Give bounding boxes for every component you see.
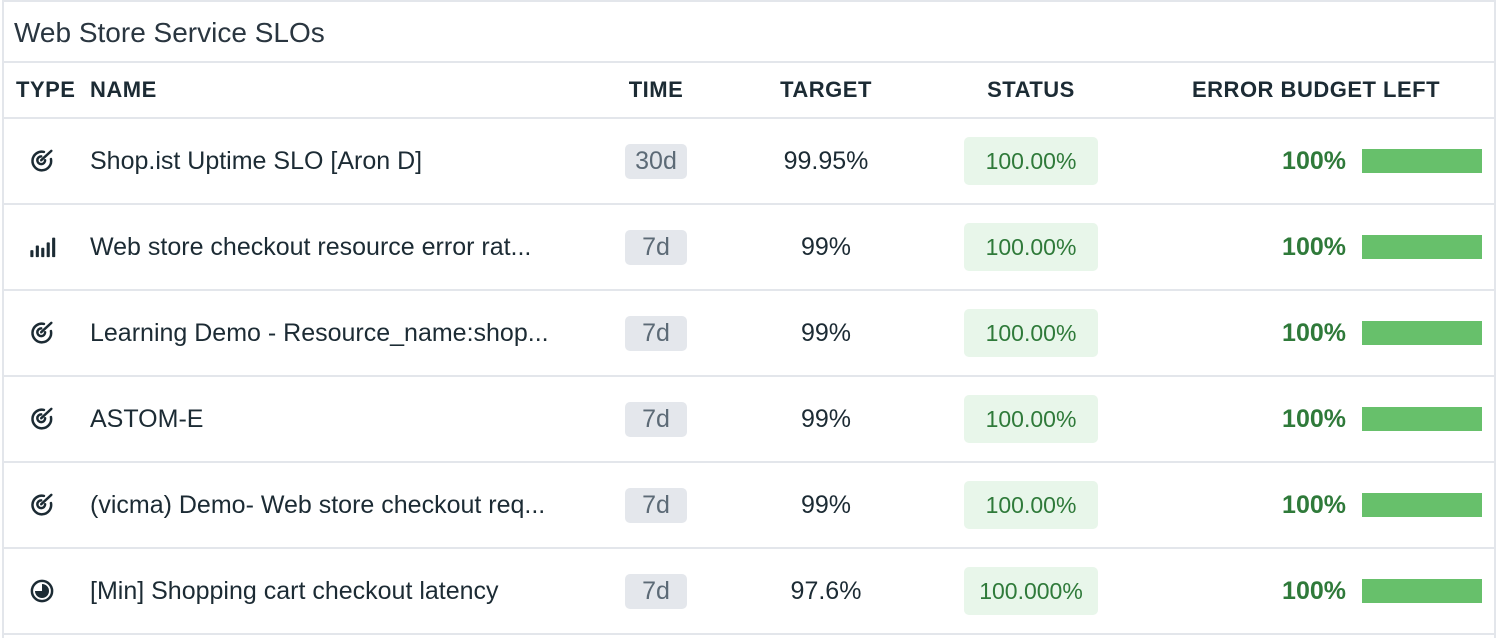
column-header-type[interactable]: TYPE <box>4 77 86 103</box>
column-header-name[interactable]: NAME <box>86 77 616 103</box>
monitor-target-icon <box>16 399 56 439</box>
status-badge: 100.00% <box>964 137 1098 185</box>
error-budget-bar <box>1362 235 1482 259</box>
monitor-target-icon <box>16 485 56 525</box>
target-value: 99% <box>800 318 852 347</box>
slo-name[interactable]: [Min] Shopping cart checkout latency <box>90 577 588 606</box>
slo-name[interactable]: ASTOM-E <box>90 405 588 434</box>
target-value: 99.95% <box>783 146 869 175</box>
table-row[interactable]: Learning Demo - Resource_name:shop... 7d… <box>4 291 1494 377</box>
error-budget-bar <box>1362 579 1482 603</box>
table-row[interactable]: Web store checkout resource error rat...… <box>4 205 1494 291</box>
error-budget-value: 100% <box>1282 490 1346 519</box>
time-slice-icon <box>16 571 56 611</box>
slo-name[interactable]: Shop.ist Uptime SLO [Aron D] <box>90 147 588 176</box>
table-row[interactable]: ASTOM-E 7d 99% 100.00% 100% <box>4 377 1494 463</box>
status-badge: 100.000% <box>964 567 1098 615</box>
error-budget-fill <box>1362 407 1482 431</box>
table-row[interactable]: [Min] Shopping cart checkout latency 7d … <box>4 549 1494 635</box>
slo-name[interactable]: Web store checkout resource error rat... <box>90 233 588 262</box>
time-window-badge: 7d <box>625 573 687 609</box>
table-body: Shop.ist Uptime SLO [Aron D] 30d 99.95% … <box>4 119 1494 635</box>
status-badge: 100.00% <box>964 309 1098 357</box>
error-budget-fill <box>1362 321 1482 345</box>
status-badge: 100.00% <box>964 223 1098 271</box>
table-header: TYPE NAME TIME TARGET STATUS ERROR BUDGE… <box>4 63 1494 119</box>
error-budget-fill <box>1362 235 1482 259</box>
time-window-badge: 7d <box>625 487 687 523</box>
error-budget-bar <box>1362 149 1482 173</box>
slo-name[interactable]: (vicma) Demo- Web store checkout req... <box>90 491 588 520</box>
time-window-badge: 7d <box>625 315 687 351</box>
table-row[interactable]: (vicma) Demo- Web store checkout req... … <box>4 463 1494 549</box>
column-header-time[interactable]: TIME <box>616 77 696 103</box>
slo-widget: Web Store Service SLOs TYPE NAME TIME TA… <box>2 0 1496 638</box>
status-badge: 100.00% <box>964 395 1098 443</box>
target-value: 97.6% <box>790 576 862 605</box>
error-budget-fill <box>1362 579 1482 603</box>
target-value: 99% <box>800 232 852 261</box>
target-value: 99% <box>800 404 852 433</box>
time-window-badge: 7d <box>625 229 687 265</box>
table-row[interactable]: Shop.ist Uptime SLO [Aron D] 30d 99.95% … <box>4 119 1494 205</box>
slo-name[interactable]: Learning Demo - Resource_name:shop... <box>90 319 588 348</box>
error-budget-value: 100% <box>1282 318 1346 347</box>
error-budget-value: 100% <box>1282 576 1346 605</box>
column-header-error-budget[interactable]: ERROR BUDGET LEFT <box>1106 77 1494 103</box>
widget-title: Web Store Service SLOs <box>4 2 1494 63</box>
time-window-badge: 7d <box>625 401 687 437</box>
error-budget-value: 100% <box>1282 404 1346 433</box>
time-window-badge: 30d <box>625 143 687 179</box>
column-header-target[interactable]: TARGET <box>696 77 956 103</box>
target-value: 99% <box>800 490 852 519</box>
error-budget-bar <box>1362 321 1482 345</box>
monitor-target-icon <box>16 313 56 353</box>
error-budget-fill <box>1362 493 1482 517</box>
error-budget-bar <box>1362 407 1482 431</box>
column-header-status[interactable]: STATUS <box>956 77 1106 103</box>
monitor-target-icon <box>16 141 56 181</box>
error-budget-bar <box>1362 493 1482 517</box>
status-badge: 100.00% <box>964 481 1098 529</box>
error-budget-value: 100% <box>1282 146 1346 175</box>
error-budget-value: 100% <box>1282 232 1346 261</box>
metric-bars-icon <box>16 227 56 267</box>
error-budget-fill <box>1362 149 1482 173</box>
